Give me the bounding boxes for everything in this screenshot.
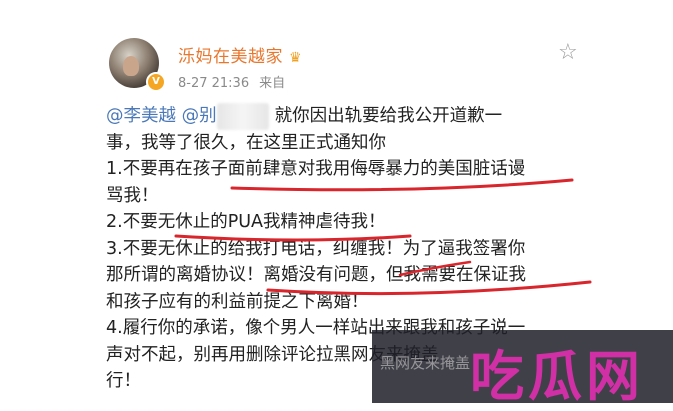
blurred-name: 美越越 — [216, 103, 270, 130]
watermark-logo: 吃瓜网 — [470, 345, 644, 408]
verified-badge-icon: V — [146, 72, 166, 92]
post-line-1: @李美越 @别美越越 就你因出轨要给我公开道歉一 — [106, 103, 616, 130]
post-timestamp[interactable]: 8-27 21:36 — [178, 76, 249, 91]
post-source: 来自 — [259, 76, 286, 91]
post-line-5: 2.不要无休止的PUA我精神虐待我！ — [106, 212, 386, 232]
post-meta: 8-27 21:36 来自 — [178, 72, 285, 91]
post-line-6: 3.不要无休止的给我打电话，纠缠我！为了逼我签署你 — [106, 238, 526, 259]
mention-link-1[interactable]: @李美越 — [106, 106, 176, 126]
post-line-1-text: 就你因出轨要给我公开道歉一 — [269, 106, 503, 126]
post-line-2: 事，我等了很久，在这里正式通知你 — [106, 132, 386, 153]
crown-icon: ♛ — [289, 50, 303, 66]
watermark-overlay-text: 黑网友来掩盖 — [380, 354, 471, 372]
mention-link-2[interactable]: @别 — [182, 106, 217, 126]
author-name-text[interactable]: 泺妈在美越家 — [178, 47, 283, 67]
favorite-star-icon[interactable]: ☆ — [558, 40, 578, 65]
post-line-7: 那所谓的离婚协议！离婚没有问题，但我需要在保证我 — [106, 265, 526, 285]
avatar-child-figure — [123, 56, 139, 76]
post-line-8: 和孩子应有的利益前提之下离婚！ — [106, 291, 369, 312]
post-line-4: 骂我！ — [106, 185, 159, 206]
post-line-3: 1.不要再在孩子面前肆意对我用侮辱暴力的美国脏话谩 — [106, 159, 526, 179]
post-author-name[interactable]: 泺妈在美越家 ♛ — [178, 42, 302, 67]
